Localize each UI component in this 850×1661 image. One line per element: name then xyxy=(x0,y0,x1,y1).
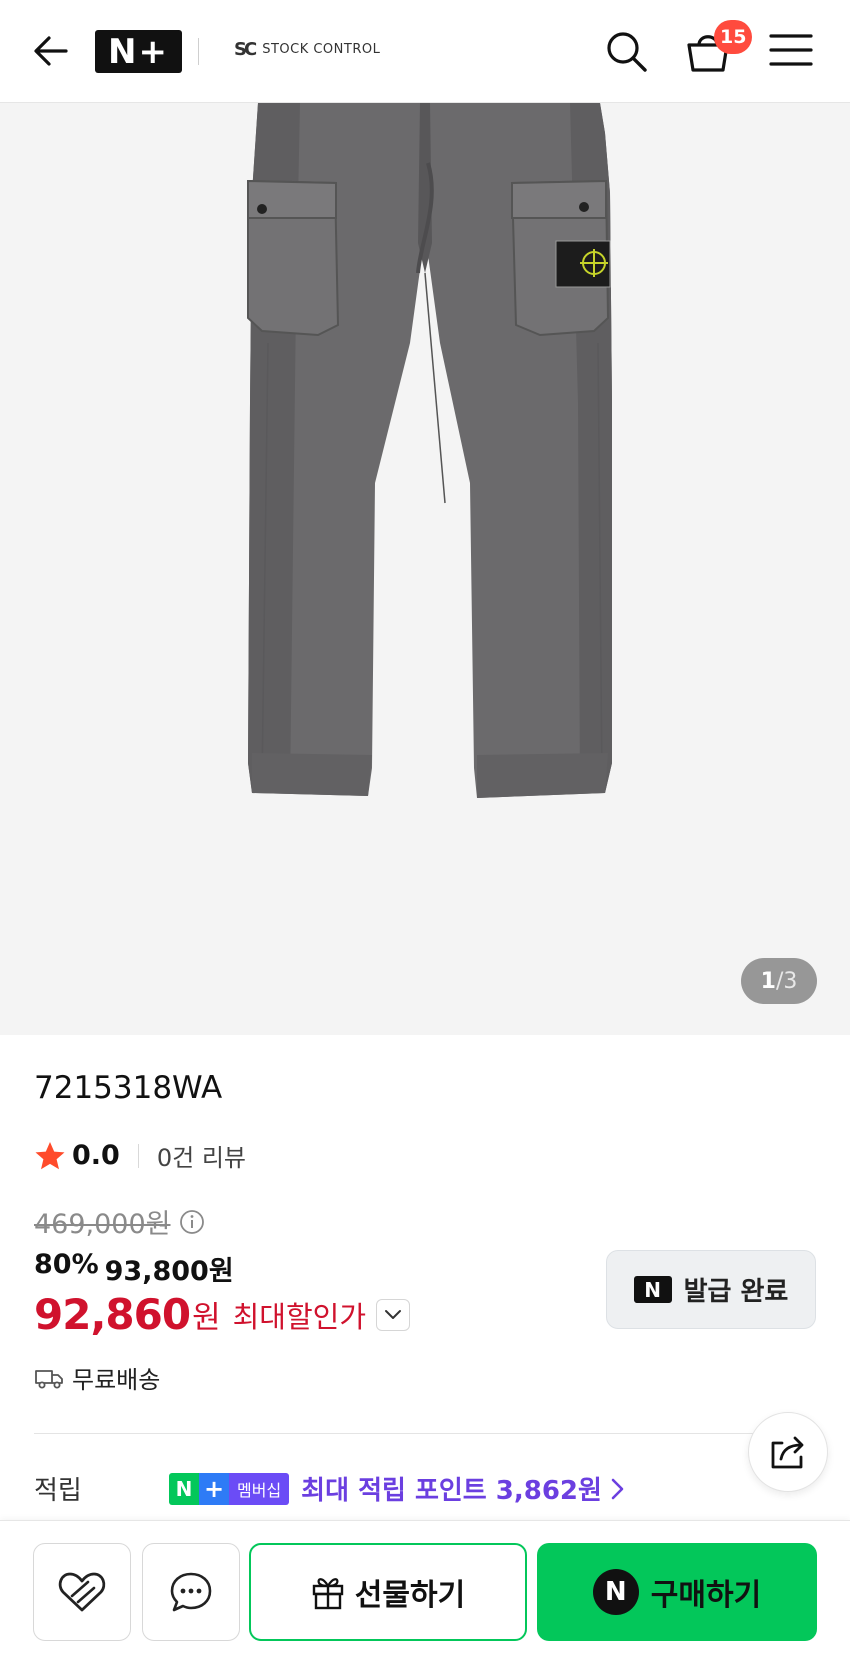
cart-count-badge: 15 xyxy=(714,20,753,54)
product-title: 7215318WA xyxy=(34,1070,223,1106)
points-label: 적립 xyxy=(34,1476,82,1506)
chevron-down-icon xyxy=(385,1309,402,1319)
membership-badge-plus: + xyxy=(199,1472,229,1505)
max-discount-expand-button[interactable] xyxy=(376,1298,411,1331)
wishlist-button[interactable] xyxy=(33,1543,131,1641)
back-arrow-icon[interactable] xyxy=(30,30,72,72)
max-discount-price-row: 92,860 원 최대할인가 xyxy=(34,1290,411,1339)
discount-rate: 80% xyxy=(34,1249,99,1280)
coupon-issued-button[interactable]: N 발급 완료 xyxy=(606,1250,816,1329)
membership-badge-label: 멤버십 xyxy=(229,1472,290,1505)
share-icon xyxy=(771,1436,804,1469)
membership-badge-n: N xyxy=(169,1472,199,1505)
buy-button[interactable]: N 구매하기 xyxy=(537,1543,817,1641)
buy-label: 구매하기 xyxy=(650,1578,762,1613)
naver-pay-icon: N xyxy=(592,1569,639,1615)
image-counter-separator: / xyxy=(775,968,784,994)
image-counter: 1 / 3 xyxy=(741,958,817,1004)
section-divider xyxy=(34,1433,816,1434)
menu-hamburger-icon[interactable] xyxy=(769,31,813,69)
membership-badge: N + 멤버십 xyxy=(169,1472,290,1505)
gift-icon xyxy=(312,1578,343,1610)
brand-stock-control[interactable]: SC STOCK CONTROL xyxy=(234,39,380,60)
rating-row: 0.0 0건 리뷰 xyxy=(34,1138,246,1173)
image-counter-total: 3 xyxy=(783,968,798,994)
rating-score: 0.0 xyxy=(72,1140,120,1171)
sale-price-row: 80% 93,800원 xyxy=(34,1249,234,1288)
search-icon[interactable] xyxy=(603,28,649,74)
naver-coupon-icon: N xyxy=(633,1276,672,1303)
shipping-label: 무료배송 xyxy=(72,1366,161,1394)
shipping-row: 무료배송 xyxy=(34,1360,160,1395)
coupon-issued-label: 발급 완료 xyxy=(683,1277,789,1307)
gift-button[interactable]: 선물하기 xyxy=(249,1543,527,1641)
chat-bubble-icon xyxy=(170,1572,212,1612)
max-discount-price: 92,860 xyxy=(34,1290,191,1339)
chevron-right-icon xyxy=(611,1478,624,1499)
star-icon xyxy=(35,1141,65,1169)
bottom-action-bar: 선물하기 N 구매하기 xyxy=(0,1520,850,1661)
max-discount-price-unit: 원 xyxy=(192,1300,221,1336)
original-price: 469,000원 xyxy=(34,1209,171,1240)
product-image-gallery[interactable]: 1 / 3 xyxy=(0,103,850,1035)
gift-label: 선물하기 xyxy=(354,1578,466,1613)
product-image-cargo-pants xyxy=(247,103,612,798)
talk-talk-button[interactable] xyxy=(142,1543,240,1641)
info-icon[interactable] xyxy=(179,1209,205,1235)
max-discount-label: 최대할인가 xyxy=(232,1299,367,1334)
logo-divider xyxy=(198,38,199,65)
sale-price: 93,800원 xyxy=(104,1256,234,1287)
original-price-row: 469,000원 xyxy=(34,1202,205,1241)
max-points-text: 최대 적립 포인트 3,862원 xyxy=(301,1476,602,1506)
points-row[interactable]: 적립 N + 멤버십 최대 적립 포인트 3,862원 xyxy=(34,1470,626,1507)
review-count-link[interactable]: 0건 리뷰 xyxy=(157,1138,246,1173)
top-header: N+ SC STOCK CONTROL 15 xyxy=(0,0,850,103)
naver-plus-store-logo[interactable]: N+ xyxy=(95,30,182,73)
share-button[interactable] xyxy=(748,1412,828,1492)
image-counter-current: 1 xyxy=(760,968,776,994)
rating-divider xyxy=(137,1143,139,1168)
brand-name: STOCK CONTROL xyxy=(262,42,381,57)
heart-icon xyxy=(58,1572,106,1612)
brand-mark: SC xyxy=(234,39,257,60)
truck-icon xyxy=(35,1369,63,1388)
